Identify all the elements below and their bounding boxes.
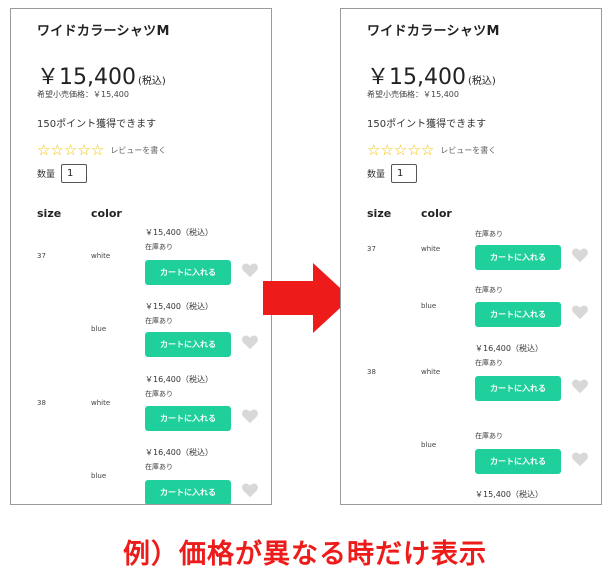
heart-icon[interactable]	[241, 408, 259, 424]
color-cell: white	[91, 399, 111, 407]
heart-icon[interactable]	[571, 247, 589, 263]
color-cell: blue	[421, 441, 437, 449]
add-to-cart-button[interactable]: カートに入れる	[145, 406, 231, 431]
star-icon: ☆	[367, 141, 381, 159]
quantity-label: 数量	[37, 170, 56, 180]
heart-icon[interactable]	[241, 334, 259, 350]
add-to-cart-button[interactable]: カートに入れる	[475, 245, 561, 270]
add-to-cart-button[interactable]: カートに入れる	[145, 332, 231, 357]
product-price: ￥15,400 (税込)	[367, 59, 496, 91]
product-title: ワイドカラーシャツM	[37, 24, 170, 39]
add-to-cart-button[interactable]: カートに入れる	[475, 449, 561, 474]
variant-price: ￥15,400（税込）	[475, 490, 543, 499]
color-cell: blue	[421, 302, 437, 310]
color-cell: white	[421, 368, 441, 376]
star-icon: ☆	[380, 141, 394, 159]
color-cell: white	[91, 252, 111, 260]
price-value: ￥15,400	[37, 65, 136, 90]
variant-price: ￥16,400（税込）	[475, 344, 543, 353]
write-review-link[interactable]: レビューを書く	[110, 145, 166, 156]
stock-status: 在庫あり	[145, 390, 173, 398]
color-header: color	[91, 207, 122, 220]
color-header: color	[421, 207, 452, 220]
heart-icon[interactable]	[571, 304, 589, 320]
rating-stars[interactable]: ☆ ☆ ☆ ☆ ☆ レビューを書く	[37, 143, 166, 158]
price-value: ￥15,400	[367, 65, 466, 90]
add-to-cart-button[interactable]: カートに入れる	[145, 480, 231, 504]
write-review-link[interactable]: レビューを書く	[440, 145, 496, 156]
color-cell: blue	[91, 472, 107, 480]
stock-status: 在庫あり	[475, 359, 503, 367]
variant-price: ￥16,400（税込）	[145, 375, 213, 384]
stock-status: 在庫あり	[145, 317, 173, 325]
size-cell: 37	[37, 252, 46, 260]
caption-text: 例）価格が異なる時だけ表示	[123, 539, 487, 570]
product-price: ￥15,400 (税込)	[37, 59, 166, 91]
quantity-label: 数量	[367, 170, 386, 180]
product-panel-before: ワイドカラーシャツM ￥15,400 (税込) 希望小売価格：￥15,400 15…	[10, 8, 272, 505]
star-icon: ☆	[63, 141, 78, 159]
size-cell: 38	[37, 399, 46, 407]
heart-icon[interactable]	[241, 262, 259, 278]
add-to-cart-button[interactable]: カートに入れる	[475, 376, 561, 401]
stock-status: 在庫あり	[475, 286, 503, 294]
size-cell: 37	[367, 245, 376, 253]
variant-price: ￥16,400（税込）	[145, 448, 213, 457]
star-icon: ☆	[50, 141, 64, 159]
heart-icon[interactable]	[571, 378, 589, 394]
stock-status: 在庫あり	[475, 432, 503, 440]
add-to-cart-button[interactable]: カートに入れる	[475, 302, 561, 327]
color-cell: white	[421, 245, 441, 253]
size-cell: 38	[367, 368, 376, 376]
msrp-text: 希望小売価格：￥15,400	[367, 90, 459, 99]
heart-icon[interactable]	[241, 482, 259, 498]
star-icon: ☆	[393, 141, 408, 159]
quantity-row: 数量 1	[367, 164, 418, 183]
stock-status: 在庫あり	[145, 243, 173, 251]
variant-price: ￥15,400（税込）	[145, 302, 213, 311]
quantity-input[interactable]: 1	[391, 164, 418, 183]
price-tax: (税込)	[467, 76, 496, 87]
quantity-input[interactable]: 1	[61, 164, 88, 183]
product-panel-after: ワイドカラーシャツM ￥15,400 (税込) 希望小売価格：￥15,400 15…	[340, 8, 602, 505]
heart-icon[interactable]	[571, 451, 589, 467]
variant-price: ￥15,400（税込）	[145, 228, 213, 237]
add-to-cart-button[interactable]: カートに入れる	[145, 260, 231, 285]
star-icon: ☆	[420, 141, 435, 159]
price-tax: (税込)	[137, 76, 166, 87]
size-header: size	[367, 207, 392, 220]
star-icon: ☆	[37, 141, 51, 159]
star-icon: ☆	[77, 141, 91, 159]
star-icon: ☆	[90, 141, 105, 159]
quantity-row: 数量 1	[37, 164, 88, 183]
color-cell: blue	[91, 325, 107, 333]
points-text: 150ポイント獲得できます	[367, 119, 487, 130]
rating-stars[interactable]: ☆ ☆ ☆ ☆ ☆ レビューを書く	[367, 143, 496, 158]
msrp-text: 希望小売価格：￥15,400	[37, 90, 129, 99]
product-title: ワイドカラーシャツM	[367, 24, 500, 39]
size-header: size	[37, 207, 62, 220]
points-text: 150ポイント獲得できます	[37, 119, 157, 130]
stock-status: 在庫あり	[145, 463, 173, 471]
star-icon: ☆	[407, 141, 421, 159]
stock-status: 在庫あり	[475, 230, 503, 238]
